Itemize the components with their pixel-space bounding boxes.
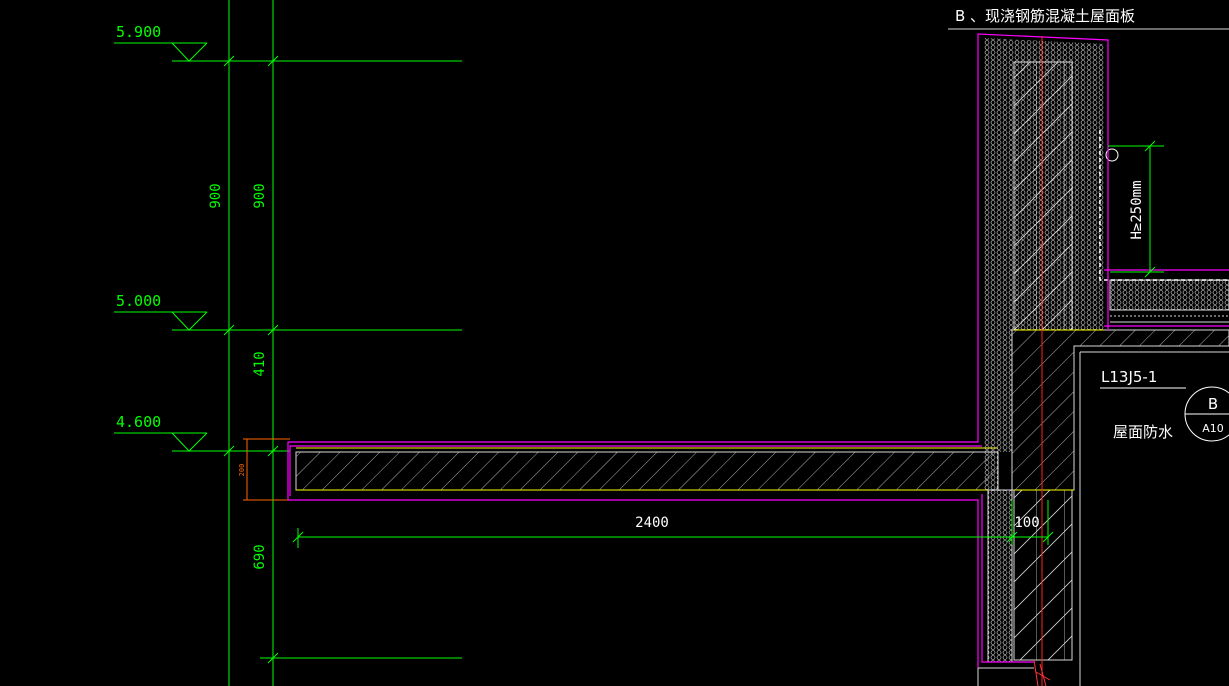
dim-410: 410 [252, 351, 268, 376]
dim-900-left: 900 [208, 183, 224, 208]
level-label-5000: 5.000 [116, 292, 161, 310]
level-labels: 5.900 5.000 4.600 [116, 23, 161, 431]
detail-reference: L13J5-1 屋面防水 B A10 [1100, 368, 1229, 442]
parapet-wall [984, 38, 1229, 663]
title-block: B 、现浇钢筋混凝土屋面板 [948, 7, 1229, 30]
dim-2400: 2400 [635, 515, 669, 531]
level-label-4600: 4.600 [116, 413, 161, 431]
drawing-title: B 、现浇钢筋混凝土屋面板 [955, 7, 1135, 25]
dim-slab-small: 200 [238, 464, 246, 477]
dim-100: 100 [1014, 515, 1039, 531]
detail-code: L13J5-1 [1101, 368, 1157, 386]
parapet-height-label: H≥250mm [1129, 180, 1145, 239]
horizontal-dimension [292, 500, 1054, 548]
slab-thickness-dimension [243, 438, 290, 501]
dimension-system-left [114, 0, 462, 686]
dim-690: 690 [252, 544, 268, 569]
dim-900-right: 900 [252, 183, 268, 208]
detail-bubble-bottom: A10 [1202, 422, 1224, 435]
detail-bubble-top: B [1208, 395, 1218, 413]
vertical-dimension-labels: 900 900 410 690 [208, 183, 268, 569]
detail-label: 屋面防水 [1113, 423, 1173, 441]
level-label-5900: 5.900 [116, 23, 161, 41]
cad-drawing: 5.900 5.000 4.600 900 900 410 690 200 B … [114, 0, 1229, 686]
overhang-slab [295, 447, 999, 491]
